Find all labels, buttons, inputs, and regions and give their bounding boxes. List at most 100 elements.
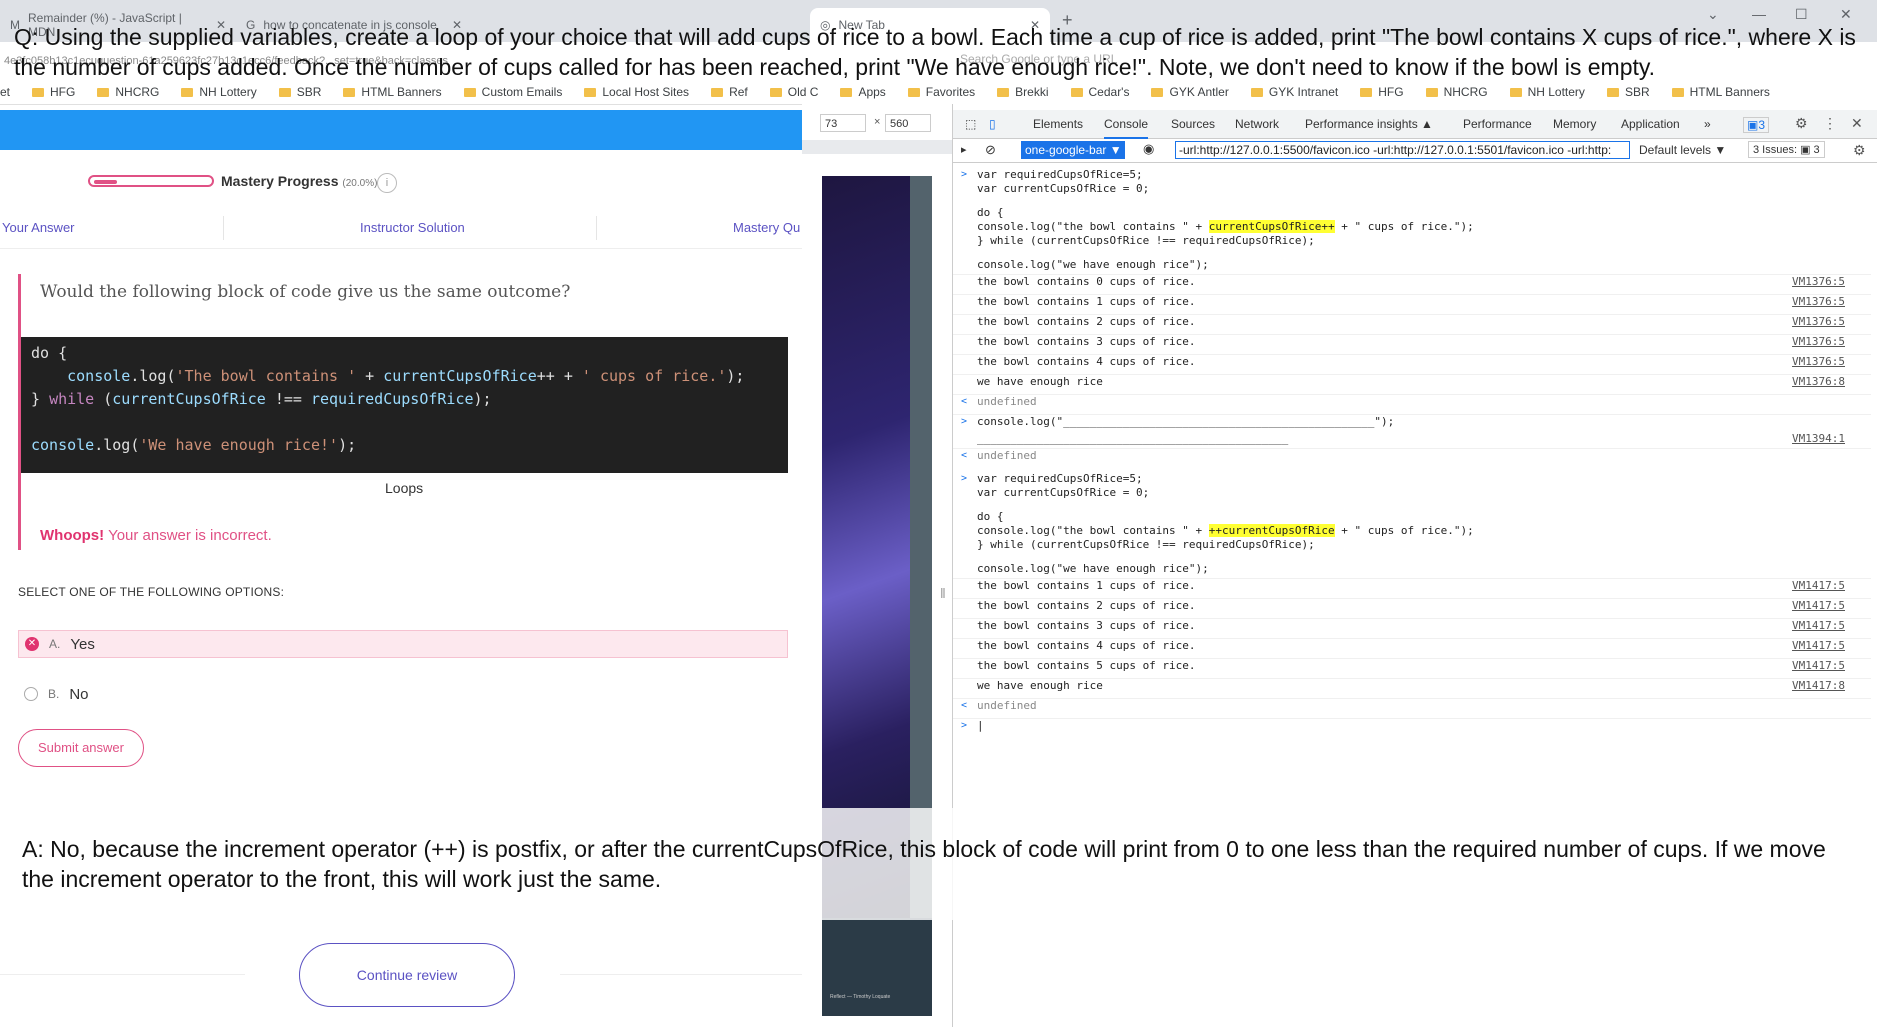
- bookmark-item[interactable]: Ref: [711, 85, 748, 99]
- bookmark-item[interactable]: Brekki: [997, 85, 1049, 99]
- options-header: SELECT ONE OF THE FOLLOWING OPTIONS:: [18, 585, 285, 599]
- source-link[interactable]: VM1417:5: [1792, 619, 1845, 633]
- bookmark-item[interactable]: HFG: [1360, 85, 1404, 99]
- bookmark-item[interactable]: SBR: [278, 85, 321, 99]
- device-width-input[interactable]: 73: [820, 114, 866, 132]
- console-text: the bowl contains 0 cups of rice.: [977, 275, 1196, 288]
- bookmark-label: et: [0, 85, 11, 99]
- submit-answer-button[interactable]: Submit answer: [18, 729, 144, 767]
- more-tabs-icon[interactable]: »: [1704, 117, 1711, 131]
- console-log-entry: the bowl contains 2 cups of rice. VM1376:…: [953, 314, 1871, 334]
- bookmark-item[interactable]: Cedar's: [1070, 85, 1129, 99]
- console-text: var currentCupsOfRice = 0;: [977, 486, 1150, 499]
- continue-review-button[interactable]: Continue review: [299, 943, 515, 1007]
- settings-icon[interactable]: ⚙: [1795, 115, 1808, 132]
- tab-performance-insights[interactable]: Performance insights ▲: [1305, 117, 1433, 131]
- bookmark-item[interactable]: et: [0, 85, 10, 99]
- bookmark-item[interactable]: NHCRG: [97, 85, 159, 99]
- console-log-entry: we have enough rice VM1417:8: [953, 678, 1871, 698]
- inspect-icon[interactable]: ⬚: [965, 117, 976, 131]
- tab-performance[interactable]: Performance: [1463, 117, 1532, 131]
- bookmark-item[interactable]: NH Lottery: [181, 85, 257, 99]
- minimize-button[interactable]: —: [1752, 6, 1766, 22]
- source-link[interactable]: VM1376:5: [1792, 295, 1845, 309]
- log-levels-dropdown[interactable]: Default levels ▼: [1639, 143, 1726, 157]
- source-link[interactable]: VM1417:5: [1792, 599, 1845, 613]
- tab-elements[interactable]: Elements: [1033, 117, 1083, 131]
- source-link[interactable]: VM1376:5: [1792, 315, 1845, 329]
- console-log-entry: the bowl contains 3 cups of rice. VM1417:…: [953, 618, 1871, 638]
- more-options-icon[interactable]: ⋮: [1823, 115, 1837, 132]
- bookmark-item[interactable]: HTML Banners: [343, 85, 442, 99]
- issues-counter[interactable]: 3 Issues: ▣ 3: [1748, 141, 1825, 158]
- bookmark-item[interactable]: NH Lottery: [1509, 85, 1585, 99]
- source-link[interactable]: VM1417:5: [1792, 579, 1845, 593]
- device-height-input[interactable]: 560: [885, 114, 931, 132]
- bookmark-label: NHCRG: [115, 85, 160, 99]
- close-window-button[interactable]: ✕: [1840, 6, 1852, 23]
- source-link[interactable]: VM1376:5: [1792, 355, 1845, 369]
- site-header-bar: [0, 110, 802, 150]
- console-log-entry: the bowl contains 5 cups of rice. VM1417:…: [953, 658, 1871, 678]
- tab-instructor-solution[interactable]: Instructor Solution: [360, 220, 465, 235]
- bookmark-item[interactable]: Favorites: [907, 85, 976, 99]
- bookmark-item[interactable]: Custom Emails: [463, 85, 562, 99]
- tab-memory[interactable]: Memory: [1553, 117, 1596, 131]
- bookmark-item[interactable]: GYK Intranet: [1250, 85, 1338, 99]
- bookmark-item[interactable]: Old C: [769, 85, 818, 99]
- console-return-value: undefined <: [953, 394, 1871, 414]
- console-text: console.log("we have enough rice");: [977, 258, 1209, 271]
- device-toggle-icon[interactable]: ▯: [989, 117, 996, 131]
- console-filter-input[interactable]: -url:http://127.0.0.1:5500/favicon.ico -…: [1175, 141, 1630, 159]
- console-log-entry: we have enough rice VM1376:8: [953, 374, 1871, 394]
- console-text: undefined: [977, 395, 1037, 408]
- maximize-button[interactable]: ☐: [1795, 6, 1808, 23]
- console-input-line: } while (currentCupsOfRice !== requiredC…: [953, 234, 1871, 248]
- bookmark-item[interactable]: HTML Banners: [1671, 85, 1770, 99]
- option-b[interactable]: B. No: [18, 680, 788, 708]
- tab-sources[interactable]: Sources: [1171, 117, 1215, 131]
- issues-badge[interactable]: ▣3: [1743, 117, 1770, 133]
- console-input-line: var requiredCupsOfRice=5; >: [953, 472, 1871, 486]
- bookmark-item[interactable]: Local Host Sites: [584, 85, 689, 99]
- tab-mastery-quiz[interactable]: Mastery Qu: [733, 220, 800, 235]
- option-a[interactable]: ✕ A. Yes: [18, 630, 788, 658]
- source-link[interactable]: VM1417:5: [1792, 659, 1845, 673]
- tab-console[interactable]: Console: [1104, 117, 1149, 139]
- bookmark-item[interactable]: HFG: [32, 85, 75, 99]
- console-text: the bowl contains 4 cups of rice.: [977, 639, 1196, 652]
- bookmark-label: Favorites: [925, 85, 976, 99]
- console-input-line: console.log("we have enough rice");: [953, 258, 1871, 272]
- source-link[interactable]: VM1417:8: [1792, 679, 1845, 693]
- bookmark-item[interactable]: NHCRG: [1425, 85, 1488, 99]
- close-icon[interactable]: ✕: [1851, 115, 1863, 132]
- sidebar-toggle-icon[interactable]: ▸: [961, 143, 967, 156]
- bookmark-item[interactable]: Apps: [840, 85, 886, 99]
- overlay-answer: A: No, because the increment operator (+…: [22, 836, 1826, 892]
- eye-icon[interactable]: ◉: [1143, 141, 1154, 157]
- bookmark-item[interactable]: SBR: [1606, 85, 1650, 99]
- clear-console-icon[interactable]: ⊘: [985, 142, 996, 158]
- console-settings-icon[interactable]: ⚙: [1853, 142, 1866, 159]
- bookmark-item[interactable]: GYK Antler: [1151, 85, 1229, 99]
- tab-application[interactable]: Application: [1621, 117, 1680, 131]
- console-text: the bowl contains 1 cups of rice.: [977, 295, 1196, 308]
- tab-network[interactable]: Network: [1235, 117, 1279, 131]
- source-link[interactable]: VM1376:8: [1792, 375, 1845, 389]
- console-log-entry: the bowl contains 3 cups of rice. VM1376:…: [953, 334, 1871, 354]
- source-link[interactable]: VM1376:5: [1792, 335, 1845, 349]
- device-ruler: [802, 140, 952, 154]
- source-link[interactable]: VM1394:1: [1792, 432, 1845, 446]
- console-text: console.log("the bowl contains " +: [977, 524, 1209, 537]
- bookmark-label: HTML Banners: [1689, 85, 1770, 99]
- radio-button[interactable]: [24, 687, 38, 701]
- review-subtabs: Your Answer Instructor Solution Mastery …: [0, 210, 802, 249]
- context-selector[interactable]: one-google-bar ▼: [1021, 141, 1125, 159]
- resize-handle[interactable]: ‖: [940, 585, 946, 601]
- info-icon[interactable]: i: [377, 173, 397, 193]
- source-link[interactable]: VM1376:5: [1792, 275, 1845, 289]
- tab-your-answer[interactable]: Your Answer: [2, 220, 75, 235]
- highlighted-code: ++currentCupsOfRice: [1208, 524, 1335, 537]
- tab-search-icon[interactable]: ⌄: [1707, 6, 1719, 23]
- source-link[interactable]: VM1417:5: [1792, 639, 1845, 653]
